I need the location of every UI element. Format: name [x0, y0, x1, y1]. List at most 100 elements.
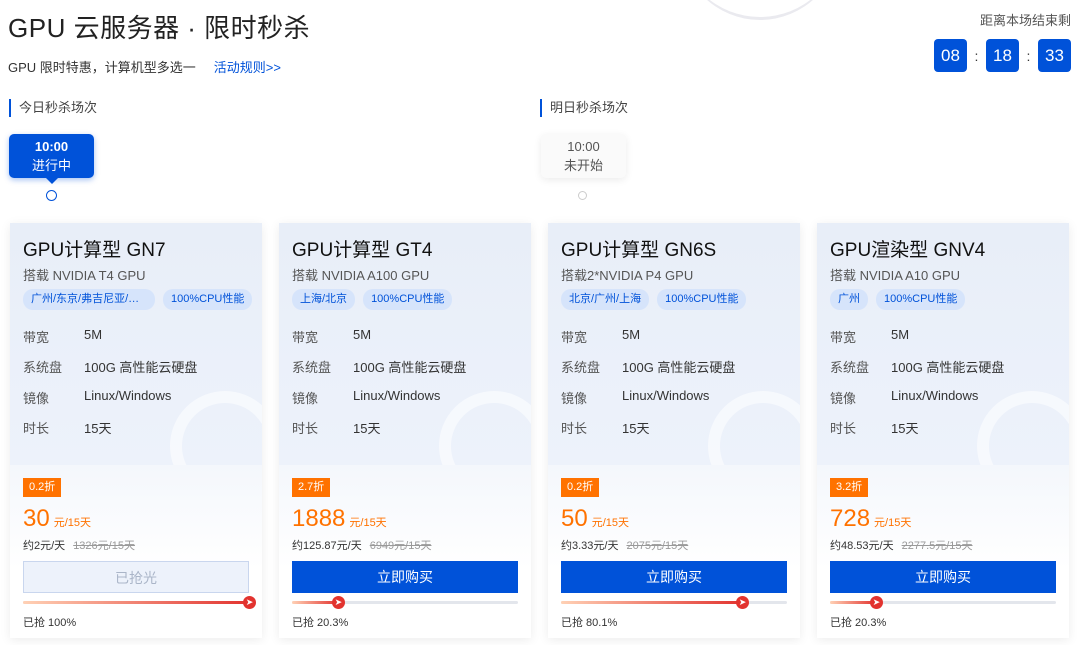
- countdown-hours: 08: [934, 39, 967, 72]
- spec-disk: 系统盘 100G 高性能云硬盘: [23, 357, 197, 376]
- spec-value: Linux/Windows: [353, 388, 441, 403]
- product-name: GPU计算型 GN6S: [561, 240, 717, 261]
- page-subtitle: GPU 限时特惠，计算机型多选一: [8, 60, 196, 75]
- product-card-gnv4: GPU渲染型 GNV4 搭载 NVIDIA A10 GPU 广州 100%CPU…: [817, 223, 1069, 638]
- spec-disk: 系统盘 100G 高性能云硬盘: [292, 357, 466, 376]
- discount-badge: 0.2折: [561, 478, 600, 497]
- card-price-panel: 0.2折 50 元/15天 约3.33元/天 2075元/15天 立即购买 ➤ 已抢…: [548, 465, 800, 638]
- product-card-gt4: GPU计算型 GT4 搭载 NVIDIA A100 GPU 上海/北京 100%…: [279, 223, 531, 638]
- progress-fill: [830, 601, 876, 604]
- region-tag: 上海/北京: [292, 289, 356, 310]
- buy-button[interactable]: 立即购买: [561, 561, 787, 593]
- buy-button: 已抢光: [23, 561, 249, 593]
- spec-value: 100G 高性能云硬盘: [84, 360, 198, 375]
- spec-label: 系统盘: [23, 360, 63, 375]
- grabbed-percentage: 已抢 20.3%: [830, 617, 887, 629]
- timeline-dot-inactive: [578, 191, 587, 200]
- spec-value: 15天: [84, 421, 112, 436]
- card-spec-panel: GPU计算型 GN7 搭载 NVIDIA T4 GPU 广州/东京/弗吉尼亚/曼…: [10, 223, 262, 501]
- product-tags: 上海/北京 100%CPU性能: [292, 289, 453, 310]
- product-tags: 广州/东京/弗吉尼亚/曼… 100%CPU性能: [23, 289, 253, 310]
- spec-value: 100G 高性能云硬盘: [622, 360, 736, 375]
- product-description: 搭载 NVIDIA A10 GPU: [830, 268, 961, 283]
- product-description: 搭载2*NVIDIA P4 GPU: [561, 268, 694, 283]
- per-day-price: 约125.87元/天: [292, 540, 362, 552]
- price-value: 30: [23, 505, 50, 532]
- spec-value: 5M: [622, 327, 641, 342]
- countdown-minutes: 18: [986, 39, 1019, 72]
- spec-label: 时长: [830, 421, 857, 436]
- card-spec-panel: GPU渲染型 GNV4 搭载 NVIDIA A10 GPU 广州 100%CPU…: [817, 223, 1069, 501]
- rocket-icon: ➤: [736, 596, 750, 609]
- price-details: 约48.53元/天 2277.5元/15天: [830, 537, 973, 553]
- price-unit: 元/15天: [591, 517, 629, 529]
- grabbed-percentage: 已抢 80.1%: [561, 617, 618, 629]
- slot-time: 10:00: [567, 139, 600, 154]
- price-value: 50: [561, 505, 588, 532]
- price-value: 1888: [292, 505, 346, 532]
- rocket-icon: ➤: [869, 596, 883, 609]
- countdown-timer: 距离本场结束剩 08 : 18 : 33: [934, 10, 1071, 72]
- spec-value: 100G 高性能云硬盘: [891, 360, 1005, 375]
- product-card-gn7: GPU计算型 GN7 搭载 NVIDIA T4 GPU 广州/东京/弗吉尼亚/曼…: [10, 223, 262, 638]
- spec-label: 镜像: [23, 391, 50, 406]
- spec-value: Linux/Windows: [84, 388, 172, 403]
- spec-label: 镜像: [830, 391, 857, 406]
- spec-label: 带宽: [292, 330, 319, 345]
- spec-image: 镜像 Linux/Windows: [561, 388, 709, 407]
- slot-status: 进行中: [31, 158, 71, 173]
- progress-fill: [292, 601, 338, 604]
- card-spec-panel: GPU计算型 GT4 搭载 NVIDIA A100 GPU 上海/北京 100%…: [279, 223, 531, 501]
- buy-button[interactable]: 立即购买: [292, 561, 518, 593]
- sales-progress-bar: ➤: [292, 596, 518, 609]
- spec-image: 镜像 Linux/Windows: [830, 388, 978, 407]
- region-tag: 北京/广州/上海: [561, 289, 650, 310]
- slot-status: 未开始: [563, 158, 603, 173]
- tomorrow-session-slot[interactable]: 10:00 未开始: [541, 134, 626, 178]
- original-price: 6949元/15天: [369, 540, 432, 552]
- spec-bandwidth: 带宽 5M: [23, 327, 102, 346]
- product-tags: 北京/广州/上海 100%CPU性能: [561, 289, 747, 310]
- region-tag: 广州: [830, 289, 868, 310]
- spec-bandwidth: 带宽 5M: [830, 327, 909, 346]
- price: 30 元/15天: [23, 505, 91, 533]
- spec-label: 镜像: [561, 391, 588, 406]
- countdown-separator: :: [974, 47, 979, 64]
- spec-duration: 时长 15天: [292, 418, 380, 437]
- price-details: 约3.33元/天 2075元/15天: [561, 537, 688, 553]
- price: 728 元/15天: [830, 505, 911, 533]
- discount-badge: 0.2折: [23, 478, 62, 497]
- spec-label: 带宽: [23, 330, 50, 345]
- spec-disk: 系统盘 100G 高性能云硬盘: [830, 357, 1004, 376]
- spec-value: 100G 高性能云硬盘: [353, 360, 467, 375]
- product-name: GPU计算型 GN7: [23, 240, 166, 261]
- original-price: 1326元/15天: [73, 540, 135, 552]
- spec-value: 5M: [891, 327, 910, 342]
- tomorrow-session-label: 明日秒杀场次: [540, 99, 628, 117]
- sales-progress-bar: ➤: [830, 596, 1056, 609]
- countdown-label: 距离本场结束剩: [979, 13, 1071, 28]
- spec-label: 时长: [292, 421, 319, 436]
- card-price-panel: 2.7折 1888 元/15天 约125.87元/天 6949元/15天 立即购买 …: [279, 465, 531, 638]
- performance-tag: 100%CPU性能: [657, 289, 747, 310]
- today-session-label: 今日秒杀场次: [9, 99, 97, 117]
- spec-bandwidth: 带宽 5M: [292, 327, 371, 346]
- spec-value: 15天: [353, 421, 381, 436]
- page-title: GPU 云服务器 · 限时秒杀: [8, 13, 311, 43]
- rocket-icon: ➤: [243, 596, 256, 609]
- spec-label: 系统盘: [561, 360, 601, 375]
- sales-progress-bar: ➤: [561, 596, 787, 609]
- activity-rules-link[interactable]: 活动规则>>: [214, 57, 281, 76]
- spec-value: 15天: [622, 421, 650, 436]
- product-description: 搭载 NVIDIA T4 GPU: [23, 268, 146, 283]
- today-session-slot[interactable]: 10:00 进行中: [9, 134, 94, 184]
- price-details: 约2元/天 1326元/15天: [23, 537, 135, 553]
- price-unit: 元/15天: [874, 517, 912, 529]
- spec-value: 15天: [891, 421, 919, 436]
- buy-button[interactable]: 立即购买: [830, 561, 1056, 593]
- timeline-dot-active: [46, 190, 57, 201]
- progress-fill: [561, 601, 743, 604]
- product-description: 搭载 NVIDIA A100 GPU: [292, 268, 430, 283]
- sales-progress-bar: ➤: [23, 596, 256, 609]
- price-unit: 元/15天: [53, 517, 91, 529]
